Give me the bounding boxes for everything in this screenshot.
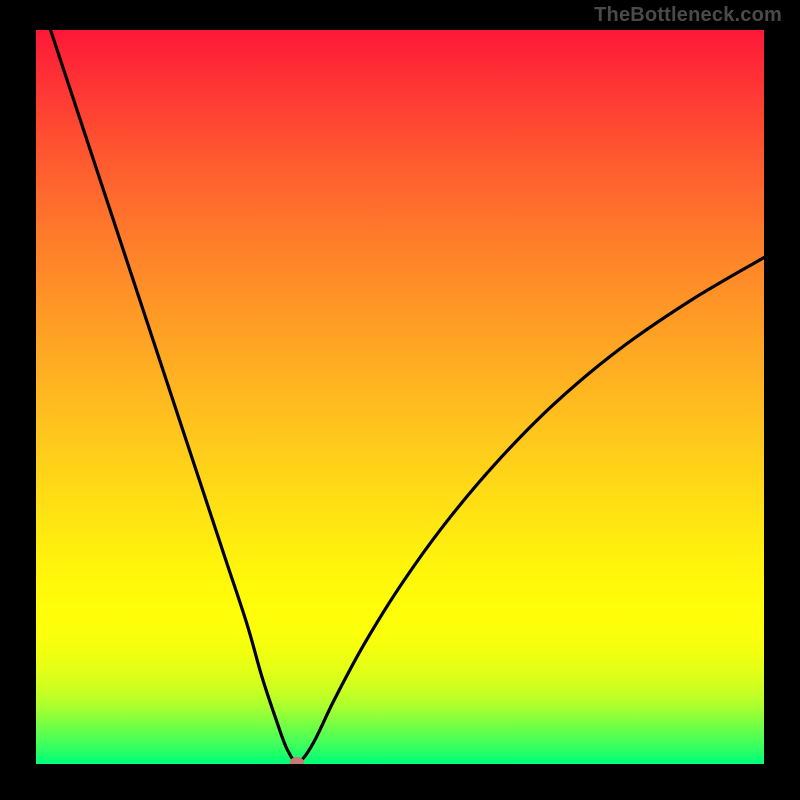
minimum-marker xyxy=(290,757,304,764)
plot-area xyxy=(36,30,764,764)
watermark-text: TheBottleneck.com xyxy=(594,4,782,27)
bottleneck-curve xyxy=(36,30,764,764)
chart-frame: TheBottleneck.com xyxy=(0,0,800,800)
